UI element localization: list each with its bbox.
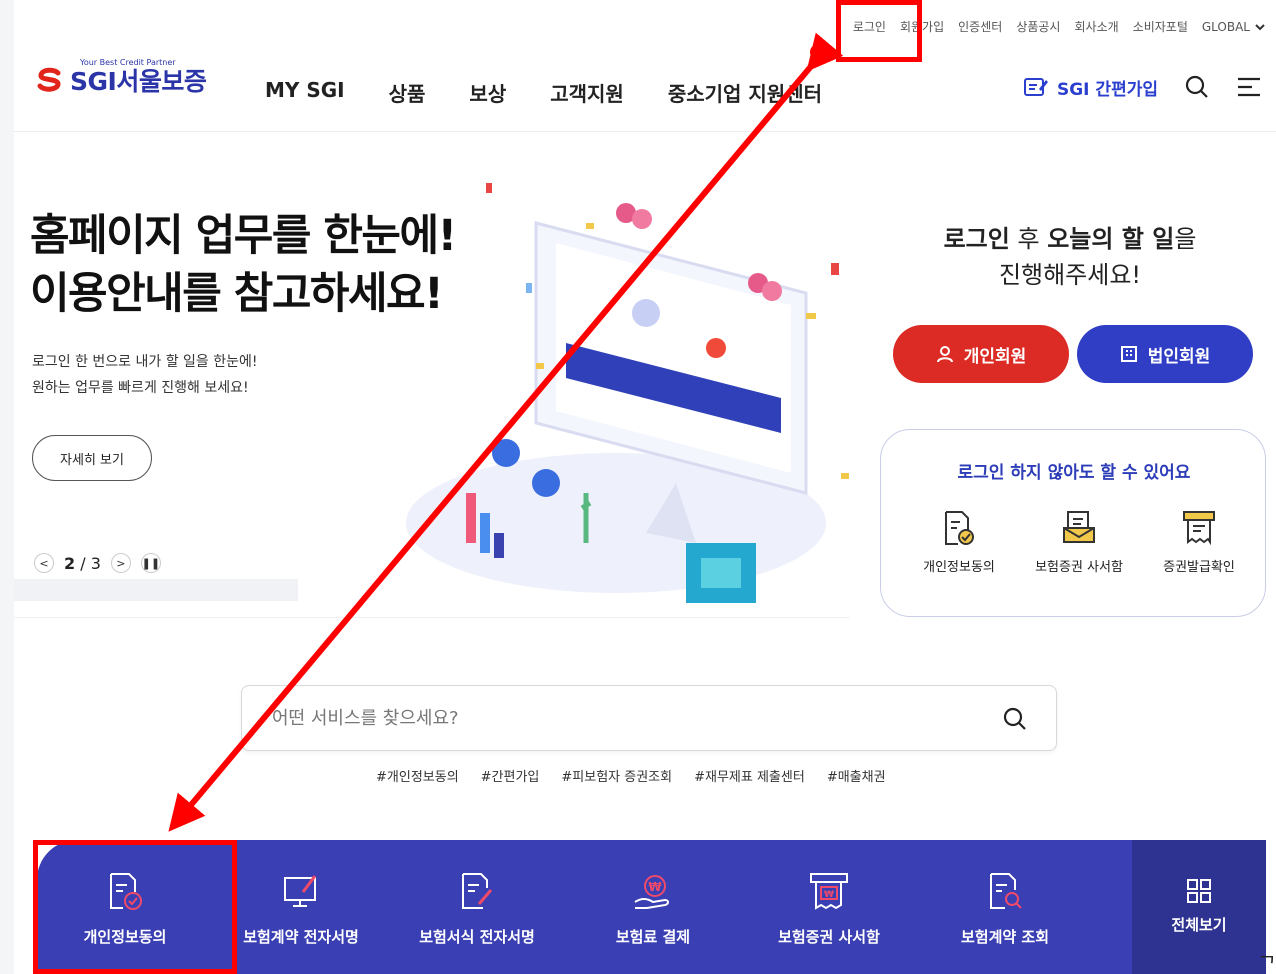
- document-pen-icon: [462, 873, 493, 909]
- hero-banner: 홈페이지 업무를 한눈에! 이용안내를 참고하세요! 로그인 한 번으로 내가 …: [14, 133, 850, 618]
- nav-my-sgi[interactable]: MY SGI: [265, 78, 345, 107]
- no-login-item-label: 개인정보동의: [923, 560, 995, 575]
- next-slide-button[interactable]: >: [110, 553, 131, 573]
- global-label: GLOBAL: [1201, 19, 1250, 34]
- privacy-consent-highlight-box: [33, 840, 237, 974]
- search-tag[interactable]: #매출채권: [827, 766, 886, 785]
- no-login-issue-check[interactable]: 증권발급확인: [1149, 510, 1249, 575]
- service-search: [241, 685, 1057, 751]
- svg-text:₩: ₩: [824, 890, 834, 900]
- nav-products[interactable]: 상품: [389, 78, 426, 107]
- search-tags: #개인정보동의 #간편가입 #피보험자 증권조회 #재무제표 제출센터 #매출채…: [376, 766, 886, 785]
- login-panel: 로그인 후 오늘의 할 일을 진행해주세요! 개인회원 법인회원 로그인 하지 …: [880, 133, 1270, 618]
- chevron-down-icon: [1255, 23, 1265, 30]
- prev-slide-button[interactable]: <: [34, 553, 54, 573]
- edge-fragment: ᄀ: [1257, 952, 1276, 974]
- util-consumer-portal-link[interactable]: 소비자포털: [1133, 18, 1188, 35]
- search-tag[interactable]: #간편가입: [481, 766, 540, 785]
- util-cert-center-link[interactable]: 인증센터: [958, 18, 1002, 35]
- search-tag[interactable]: #피보험자 증권조회: [561, 766, 672, 785]
- quick-service-label: 보험서식 전자서명: [419, 928, 535, 946]
- personal-member-label: 개인회원: [963, 346, 1027, 367]
- monitor-pen-icon: [284, 875, 317, 907]
- view-all-label: 전체보기: [1171, 916, 1227, 934]
- quick-join-label: SGI 간편가입: [1056, 79, 1158, 100]
- slide-current: 2: [64, 553, 76, 573]
- hero-desc-line2: 원하는 업무를 빠르게 진행해 보세요!: [32, 380, 249, 396]
- corporate-member-button[interactable]: 법인회원: [1077, 325, 1253, 383]
- hero-desc-line1: 로그인 한 번으로 내가 할 일을 한눈에!: [32, 354, 258, 370]
- hero-illustration: [406, 183, 849, 603]
- util-company-link[interactable]: 회사소개: [1074, 18, 1118, 35]
- document-check-icon: [945, 511, 974, 545]
- signup-highlight-box: [836, 0, 922, 62]
- util-global-dropdown[interactable]: GLOBAL: [1202, 18, 1266, 35]
- pause-slide-button[interactable]: ❚❚: [140, 553, 161, 573]
- login-msg-bold1: 로그인: [943, 225, 1010, 253]
- main-nav: MY SGI 상품 보상 고객지원 중소기업 지원센터: [265, 78, 822, 107]
- mailbox-icon: [1063, 511, 1095, 543]
- quick-join-button[interactable]: SGI 간편가입: [1023, 75, 1158, 100]
- document-search-icon: [990, 873, 1022, 909]
- sgi-logo-icon: [37, 67, 61, 92]
- no-login-item-label: 보험증권 사서함: [1035, 560, 1123, 575]
- receipt-won-icon: ₩: [810, 873, 848, 910]
- login-message: 로그인 후 오늘의 할 일을 진행해주세요!: [880, 221, 1260, 293]
- login-msg-mid: 후: [1009, 225, 1048, 253]
- quick-service-label: 보험료 결제: [615, 928, 691, 946]
- nav-sme-center[interactable]: 중소기업 지원센터: [668, 78, 822, 107]
- slide-total: / 3: [80, 553, 101, 573]
- no-login-title: 로그인 하지 않아도 할 수 있어요: [957, 463, 1191, 483]
- slider-controls: < 2 / 3 > ❚❚: [34, 553, 161, 573]
- signup-form-icon: [1023, 78, 1048, 96]
- quick-service-label: 보험계약 조회: [960, 928, 1050, 946]
- logo-text: SGI서울보증: [70, 67, 207, 96]
- header: Your Best Credit Partner SGI서울보증 MY SGI …: [14, 56, 1276, 132]
- building-icon: [1120, 346, 1137, 362]
- quick-contract-inquiry[interactable]: 보험계약 조회: [917, 840, 1093, 974]
- logo-tagline: Your Best Credit Partner: [80, 58, 176, 67]
- service-search-input[interactable]: [272, 704, 972, 732]
- quick-service-label: 보험계약 전자서명: [243, 928, 359, 946]
- nav-customer-support[interactable]: 고객지원: [550, 78, 624, 107]
- login-msg-bold2: 오늘의 할 일: [1047, 225, 1175, 253]
- quick-service-label: 보험증권 사서함: [778, 928, 880, 946]
- coin-hand-icon: ₩: [634, 875, 669, 909]
- corporate-member-label: 법인회원: [1147, 346, 1211, 367]
- hero-description: 로그인 한 번으로 내가 할 일을 한눈에! 원하는 업무를 빠르게 진행해 보…: [32, 349, 258, 401]
- no-login-policy-mailbox[interactable]: 보험증권 사서함: [1029, 510, 1129, 575]
- login-msg-end: 을: [1174, 225, 1197, 253]
- quick-contract-esign[interactable]: 보험계약 전자서명: [213, 840, 389, 974]
- receipt-icon: [1183, 511, 1215, 546]
- search-icon[interactable]: [1184, 74, 1210, 100]
- search-icon[interactable]: [1002, 706, 1028, 732]
- grid-icon: [1187, 879, 1211, 903]
- quick-policy-mailbox[interactable]: ₩ 보험증권 사서함: [741, 840, 917, 974]
- header-right: SGI 간편가입: [1023, 74, 1262, 100]
- no-login-item-label: 증권발급확인: [1163, 560, 1235, 575]
- quick-premium-payment[interactable]: ₩ 보험료 결제: [565, 840, 741, 974]
- logo[interactable]: Your Best Credit Partner SGI서울보증: [36, 58, 207, 98]
- no-login-services: 로그인 하지 않아도 할 수 있어요 개인정보동의 보험증권 사서함 증권발급확…: [880, 429, 1266, 617]
- search-tag[interactable]: #재무제표 제출센터: [694, 766, 805, 785]
- login-msg-line2: 진행해주세요!: [998, 261, 1142, 289]
- personal-member-button[interactable]: 개인회원: [893, 325, 1069, 383]
- view-all-button[interactable]: 전체보기: [1132, 840, 1266, 974]
- svg-text:₩: ₩: [648, 880, 662, 894]
- no-login-privacy-consent[interactable]: 개인정보동의: [909, 510, 1009, 575]
- menu-icon[interactable]: [1236, 75, 1262, 99]
- util-product-notice-link[interactable]: 상품공시: [1016, 18, 1060, 35]
- person-icon: [936, 346, 953, 363]
- search-tag[interactable]: #개인정보동의: [376, 766, 459, 785]
- hero-progress-bar: [14, 579, 298, 601]
- quick-form-esign[interactable]: 보험서식 전자서명: [389, 840, 565, 974]
- left-gutter: [0, 0, 14, 974]
- no-login-items: 개인정보동의 보험증권 사서함 증권발급확인: [909, 510, 1249, 575]
- nav-compensation[interactable]: 보상: [469, 78, 506, 107]
- slide-counter: 2 / 3: [64, 554, 101, 573]
- detail-button[interactable]: 자세히 보기: [32, 435, 152, 481]
